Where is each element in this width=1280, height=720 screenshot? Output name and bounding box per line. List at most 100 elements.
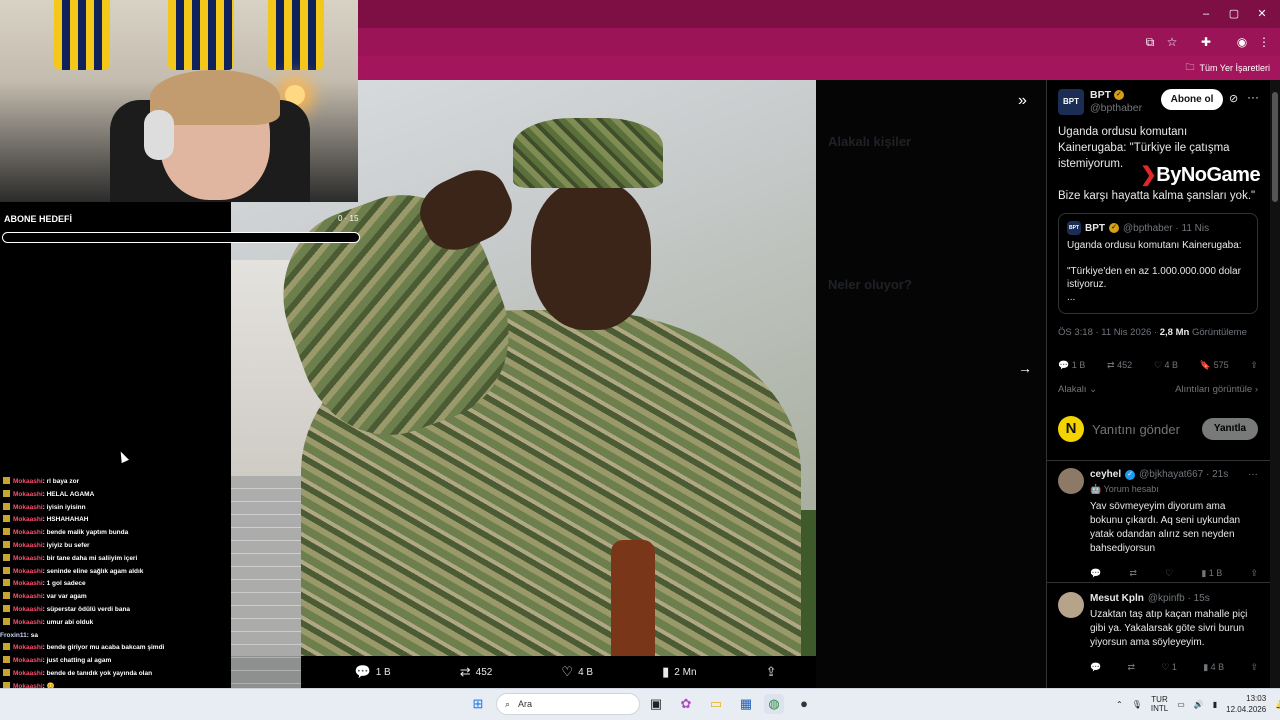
verified-gold-icon: ✓ — [1109, 223, 1119, 233]
maximize-icon[interactable]: ▢ — [1224, 6, 1244, 22]
retweet-stat[interactable]: ⇄ 452 — [1107, 360, 1132, 371]
quoted-tweet[interactable]: BPT BPT ✓ @bpthaber · 11 Nis Uganda ordu… — [1058, 213, 1258, 314]
chat-badge-icon — [3, 617, 10, 625]
expand-sidebar-icon[interactable]: » — [1018, 92, 1027, 110]
reply-submit-button[interactable]: Yanıtla — [1202, 418, 1258, 440]
extensions-icon[interactable]: ✚ — [1198, 34, 1214, 50]
bynogame-watermark: ❯ByNoGame — [1140, 162, 1261, 187]
chrome-icon[interactable]: ◍ — [764, 694, 784, 714]
related-people-heading: Alakalı kişiler — [828, 134, 912, 149]
share-icon[interactable]: ⇪ — [1250, 360, 1258, 371]
bookmark-stat[interactable]: 🔖 575 — [1200, 360, 1229, 371]
more-options-icon[interactable]: ··· — [1247, 90, 1259, 104]
reply-item[interactable]: Mesut Kpln @kpinfb · 15s Uzaktan taş atı… — [1058, 592, 1258, 674]
share-icon[interactable]: ⇪ — [1250, 660, 1258, 674]
author-block[interactable]: BPT ✓ @bpthaber — [1090, 89, 1142, 115]
view-quotes-link[interactable]: Alıntıları görüntüle › — [1175, 384, 1258, 395]
reply-count: 1 B — [375, 666, 391, 678]
stream-chat: Mokaashi: rl baya zor Mokaashi: HELAL AGA… — [0, 476, 300, 720]
reply-stat[interactable]: 💬 1 B — [1058, 360, 1085, 371]
share-icon[interactable]: ⇪ — [1250, 566, 1258, 580]
views-stat[interactable]: ▮ 4 B — [1203, 660, 1224, 674]
chat-text: : umur abi olduk — [42, 618, 94, 626]
battery-icon[interactable]: ▮ — [1213, 700, 1217, 709]
profile-icon[interactable]: ◉ — [1234, 34, 1250, 50]
author-avatar[interactable]: BPT — [1058, 89, 1084, 115]
display-icon[interactable]: ▭ — [1177, 700, 1185, 709]
tweet-meta: ÖS 3:18 · 11 Nis 2026 · 2,8 Mn Görüntüle… — [1058, 327, 1247, 338]
reply-icon[interactable]: 💬 — [1090, 660, 1101, 674]
reply-subtitle: 🤖 Yorum hesabı — [1090, 482, 1258, 496]
microphone-icon[interactable]: 🎙 — [1132, 700, 1142, 709]
chat-badge-icon — [3, 502, 10, 510]
follow-button[interactable]: Abone ol — [1161, 89, 1223, 110]
like-stat[interactable]: ♡ 4 B — [1154, 360, 1178, 371]
more-options-icon[interactable]: ··· — [1248, 468, 1258, 482]
system-tray: ⌃ 🎙 TURINTL ▭ 🔊 ▮ 13:03 12.04.2026 🔔 — [1116, 690, 1280, 718]
views-button[interactable]: ▮ 2 Mn — [662, 664, 696, 680]
view-quotes-label: Alıntıları görüntüle — [1175, 384, 1253, 395]
volume-icon[interactable]: 🔊 — [1194, 700, 1204, 709]
file-explorer-icon[interactable]: ▭ — [706, 694, 726, 714]
retweet-icon[interactable]: ⇄ — [1128, 660, 1136, 674]
next-image-icon[interactable]: → — [1018, 360, 1032, 376]
chat-message: Mokaashi: 1 gol sadece — [0, 578, 300, 591]
minimize-icon[interactable]: – — [1196, 6, 1216, 22]
like-button[interactable]: ♡ 4 B — [561, 664, 593, 680]
chat-username: Mokaashi — [13, 580, 43, 588]
chat-username: Mokaashi — [13, 541, 43, 549]
language-indicator[interactable]: TUR INTL — [1151, 695, 1168, 713]
cast-icon[interactable]: ⧉ — [1142, 34, 1158, 50]
views-count: 1 B — [1208, 568, 1223, 578]
views-count: 2 Mn — [674, 666, 697, 678]
chat-message: Mokaashi: HSHAHAHAH — [0, 514, 300, 527]
share-icon: ⇪ — [765, 664, 777, 679]
like-icon[interactable]: ♡ — [1165, 566, 1173, 580]
grok-icon[interactable]: ⊘ — [1229, 92, 1238, 105]
taskbar-search-placeholder: Ara — [518, 699, 533, 709]
chat-message: Mokaashi: bir tane daha mi saliiyim içer… — [0, 553, 300, 566]
reply-input[interactable]: Yanıtını gönder — [1092, 422, 1194, 437]
dimmed-sidebar: Alakalı kişiler Neler oluyor? — [816, 80, 1046, 688]
watermark-text: ByNoGame — [1156, 164, 1261, 186]
close-icon[interactable]: ✕ — [1252, 6, 1272, 22]
reply-count: 1 B — [1071, 360, 1086, 370]
views-stat[interactable]: ▮ 1 B — [1201, 566, 1222, 580]
chat-username: Mokaashi — [13, 478, 43, 485]
task-view-icon[interactable]: ▣ — [646, 694, 666, 714]
views-icon: ▮ — [662, 664, 670, 679]
share-button[interactable]: ⇪ — [766, 664, 782, 680]
taskbar-search[interactable]: ⌕ Ara — [496, 693, 640, 715]
notification-icon[interactable]: 🔔 — [1275, 700, 1280, 709]
reply-avatar — [1058, 468, 1084, 494]
retweet-icon[interactable]: ⇄ — [1129, 566, 1137, 580]
chat-text: : bende de tanıdık yok yayında olan — [42, 669, 153, 677]
chat-text: : seninde eline sağlık agam aldık — [42, 567, 144, 575]
chevron-up-icon[interactable]: ⌃ — [1116, 700, 1123, 709]
all-bookmarks-button[interactable]: 🗀 Tüm Yer İşaretleri — [1185, 60, 1270, 76]
chat-badge-icon — [3, 566, 10, 574]
retweet-button[interactable]: ⇄ 452 — [460, 664, 493, 680]
store-icon[interactable]: ▦ — [736, 694, 756, 714]
wall-jersey — [168, 0, 234, 70]
windows-start-icon[interactable]: ⊞ — [468, 694, 488, 714]
chat-message: Mokaashi: just chatting al agam — [0, 655, 300, 668]
copilot-icon[interactable]: ✿ — [676, 694, 696, 714]
reply-icon[interactable]: 💬 — [1090, 566, 1101, 580]
tweet-timestamp[interactable]: ÖS 3:18 · 11 Nis 2026 · — [1058, 327, 1160, 338]
reply-button[interactable]: 💬 1 B — [355, 664, 391, 680]
app-icon[interactable]: ● — [794, 694, 814, 714]
menu-icon[interactable]: ⋮ — [1256, 34, 1272, 50]
scrollbar-thumb[interactable] — [1272, 92, 1278, 202]
chat-username: Mokaashi — [13, 605, 43, 613]
star-icon[interactable]: ☆ — [1164, 34, 1180, 50]
chat-badge-icon — [3, 643, 10, 651]
reply-stats: 💬 ⇄ ♡ ▮ 1 B ⇪ — [1090, 566, 1258, 580]
reply-item[interactable]: ceyhel ✓ @bjkhayat667 · 21s ··· 🤖 Yorum … — [1058, 468, 1258, 580]
clock[interactable]: 13:03 12.04.2026 — [1226, 693, 1266, 715]
tweet-text-paragraph-2: Bize karşı hayatta kalma şansları yok." — [1058, 190, 1256, 202]
related-dropdown[interactable]: Alakalı ⌄ — [1058, 384, 1097, 395]
tweet-links-row: Alakalı ⌄ Alıntıları görüntüle › — [1058, 384, 1258, 395]
like-stat[interactable]: ♡ 1 — [1161, 660, 1177, 674]
wall-jersey — [54, 0, 110, 70]
